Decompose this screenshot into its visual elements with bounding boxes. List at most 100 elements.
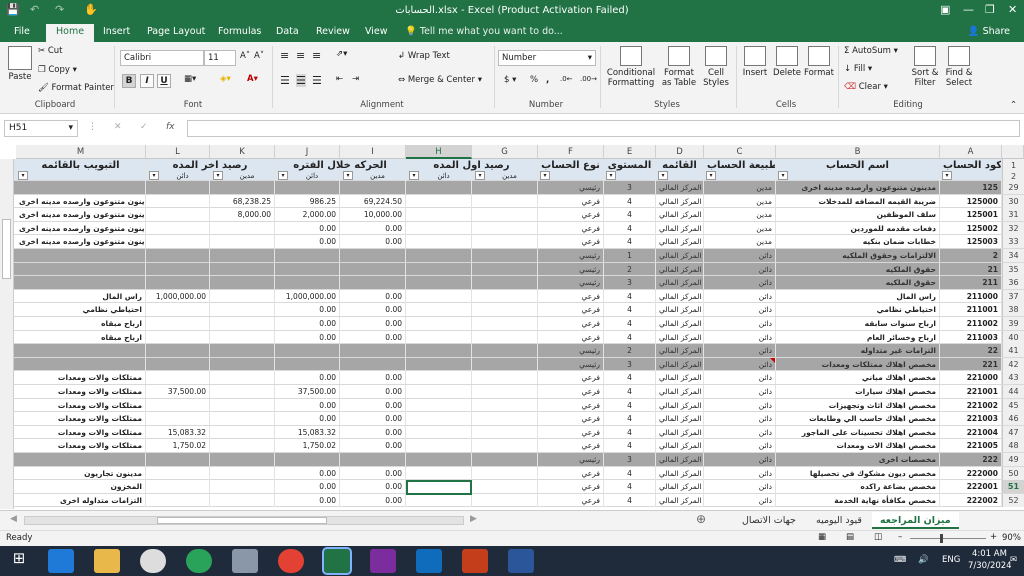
cell-j[interactable]: 0.00 [275,221,340,235]
cell-k[interactable] [210,371,275,385]
cell-k[interactable] [210,181,275,194]
cell-c[interactable]: مدين [704,181,776,194]
decrease-indent-icon[interactable]: ⇤ [336,74,343,84]
cell-l[interactable] [146,262,210,276]
cell-m[interactable] [16,181,146,194]
cell-f[interactable]: فرعي [538,439,604,453]
cell-i[interactable]: 0.00 [340,235,406,249]
cell-h[interactable] [406,330,472,344]
fill-button[interactable]: ↓ Fill ▾ [844,64,872,74]
italic-button[interactable]: I [140,74,154,88]
cell-j[interactable]: 0.00 [275,317,340,330]
cell-h[interactable] [406,317,472,330]
tab-insert[interactable]: Insert [103,26,130,37]
cell-h[interactable] [406,412,472,426]
cell-e[interactable]: 2 [604,344,656,358]
cell-e[interactable]: 4 [604,371,656,385]
cell-d[interactable]: المركز المالي [656,493,704,507]
cell-i[interactable]: 0.00 [340,439,406,453]
align-right-icon[interactable]: ☰ [312,74,322,87]
cell-c[interactable]: دائن [704,344,776,358]
cell-g[interactable] [472,208,538,222]
cell-c[interactable]: مدين [704,194,776,208]
minimize-icon[interactable]: — [963,3,974,16]
table-row[interactable]: ممتلكات والات ومعدات 37,500.00 37,500.00 0.… [0,385,1024,399]
cell-h[interactable] [406,344,472,358]
cell-j[interactable]: 2,000.00 [275,208,340,222]
cell-b[interactable]: ارباح سنوات سابقه [776,317,940,330]
cell-m[interactable]: التزامات متداوله اخرى [16,493,146,507]
file-explorer-icon[interactable] [94,549,120,573]
cell-i[interactable]: 0.00 [340,493,406,507]
cell-k[interactable] [210,466,275,480]
cut-button[interactable]: ✂ Cut [38,46,62,56]
tell-me-search[interactable]: 💡 Tell me what you want to do... [405,26,563,37]
cell-f[interactable]: فرعي [538,425,604,439]
cell-l[interactable] [146,330,210,344]
cell-j[interactable]: 1,750.02 [275,439,340,453]
cell-i[interactable]: 0.00 [340,221,406,235]
cell-e[interactable]: 4 [604,412,656,426]
cell-i[interactable] [340,344,406,358]
cell-j[interactable] [275,262,340,276]
table-row[interactable]: ممتلكات والات ومعدات 0.00 0.00 فرعي 4 المركز … [0,412,1024,426]
merge-center-button[interactable]: ⇔ Merge & Center ▾ [398,75,482,85]
cell-e[interactable]: 4 [604,221,656,235]
row-number[interactable]: 39 [1002,317,1024,330]
active-cell-h51[interactable] [406,480,472,496]
cell-a[interactable]: 222 [940,453,1002,466]
cell-e[interactable]: 3 [604,181,656,194]
cell-d[interactable]: المركز المالي [656,221,704,235]
cell-e[interactable]: 3 [604,357,656,371]
tab-review[interactable]: Review [316,26,350,37]
cell-c[interactable]: دائن [704,453,776,466]
horizontal-scrollbar[interactable] [24,516,464,525]
decrease-decimal-icon[interactable]: .00→ [580,75,597,83]
cell-j[interactable]: 986.25 [275,194,340,208]
cell-l[interactable] [146,208,210,222]
bold-button[interactable]: B [122,74,136,88]
cell-d[interactable]: المركز المالي [656,208,704,222]
cell-b[interactable]: مخصصات اخرى [776,453,940,466]
filter-dropdown-icon[interactable]: ▾ [18,171,28,180]
cell-a[interactable]: 221000 [940,371,1002,385]
cell-l[interactable] [146,371,210,385]
cell-d[interactable]: المركز المالي [656,425,704,439]
cell-h[interactable] [406,289,472,303]
table-row[interactable]: مدينون متنوعون وارصده مدينه اخرى 68,238.2… [0,194,1024,209]
cell-h[interactable] [406,425,472,439]
number-format-dropdown[interactable]: Number ▾ [498,50,596,66]
cell-b[interactable]: ارباح وخسائر العام [776,330,940,344]
sheet-tab-contacts[interactable]: جهات الاتصال [734,512,804,529]
cell-g[interactable] [472,344,538,358]
cell-m[interactable] [16,276,146,290]
cell-k[interactable] [210,276,275,290]
currency-button[interactable]: $ ▾ [504,75,516,85]
column-header-k[interactable]: K [210,145,275,159]
cell-a[interactable]: 211000 [940,289,1002,303]
cell-c[interactable]: دائن [704,262,776,276]
cell-i[interactable] [340,276,406,290]
cell-l[interactable] [146,412,210,426]
cell-e[interactable]: 4 [604,289,656,303]
cell-f[interactable]: فرعي [538,371,604,385]
filter-dropdown-icon[interactable]: ▾ [278,171,288,180]
formula-input[interactable] [187,120,1020,137]
cell-f[interactable]: فرعي [538,412,604,426]
row-number[interactable]: 32 [1002,221,1024,235]
cell-i[interactable]: 0.00 [340,385,406,398]
row-number[interactable]: 31 [1002,208,1024,222]
cell-b[interactable]: راس المال [776,289,940,303]
increase-indent-icon[interactable]: ⇥ [352,74,359,84]
cell-c[interactable]: مدين [704,221,776,235]
cell-m[interactable]: ممتلكات والات ومعدات [16,371,146,385]
row-number[interactable]: 29 [1002,181,1024,194]
cell-k[interactable] [210,235,275,249]
cell-m[interactable]: المخزون [16,480,146,494]
spreadsheet-grid[interactable]: MLKJIHGFEDCBA التبويب بالقائمه رصيد اخر ا… [0,145,1024,510]
cell-m[interactable]: ممتلكات والات ومعدات [16,439,146,453]
column-header-h[interactable]: H [406,145,472,159]
cell-k[interactable] [210,412,275,426]
row-number[interactable]: 43 [1002,371,1024,385]
excel-icon[interactable] [322,547,352,575]
